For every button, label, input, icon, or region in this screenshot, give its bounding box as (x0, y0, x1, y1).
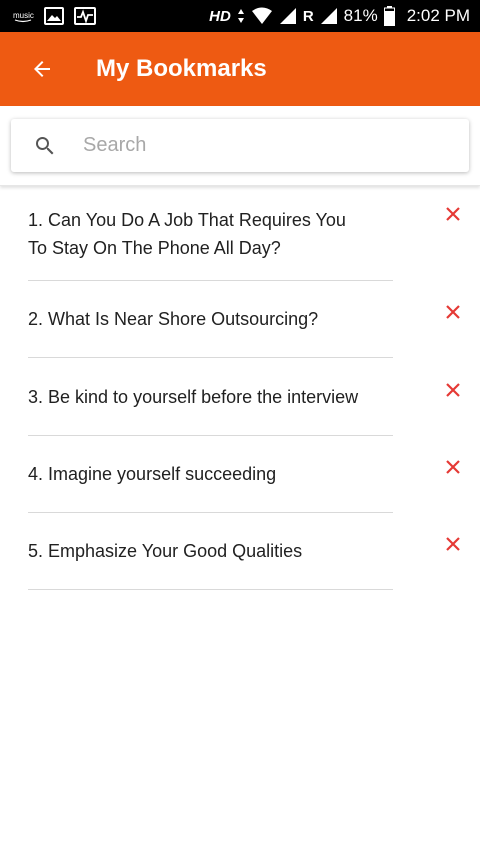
list-item[interactable]: 2. What Is Near Shore Outsourcing? (0, 280, 480, 358)
bookmark-title[interactable]: 4. Imagine yourself succeeding (28, 460, 368, 488)
signal-icon (279, 7, 297, 25)
close-icon (446, 383, 460, 397)
battery-icon (383, 6, 395, 26)
svg-text:music: music (13, 11, 34, 20)
page-title: My Bookmarks (96, 55, 267, 82)
remove-bookmark-button[interactable] (440, 299, 466, 325)
close-icon (446, 460, 460, 474)
activity-icon (74, 7, 96, 25)
close-icon (446, 537, 460, 551)
divider (28, 589, 393, 590)
search-bar[interactable] (11, 119, 469, 172)
list-item[interactable]: 1. Can You Do A Job That Requires You To… (0, 186, 480, 281)
bookmark-title[interactable]: 3. Be kind to yourself before the interv… (28, 383, 388, 411)
music-icon: music (12, 9, 34, 23)
remove-bookmark-button[interactable] (440, 454, 466, 480)
remove-bookmark-button[interactable] (440, 201, 466, 227)
status-bar: music HD R 81% 2:02 PM (0, 0, 480, 32)
battery-percent: 81% (343, 6, 378, 25)
data-arrows-icon (237, 8, 245, 24)
bookmark-title[interactable]: 5. Emphasize Your Good Qualities (28, 537, 368, 565)
roaming-indicator: R (302, 7, 314, 25)
close-icon (446, 305, 460, 319)
bookmark-list: 1. Can You Do A Job That Requires You To… (0, 186, 480, 590)
signal-roaming-icon (320, 7, 338, 25)
bookmark-title[interactable]: 2. What Is Near Shore Outsourcing? (28, 305, 368, 333)
remove-bookmark-button[interactable] (440, 531, 466, 557)
search-icon (33, 134, 57, 158)
close-icon (446, 207, 460, 221)
list-item[interactable]: 5. Emphasize Your Good Qualities (0, 512, 480, 590)
image-icon (44, 7, 64, 25)
status-left: music (12, 7, 96, 25)
app-bar: My Bookmarks (0, 32, 480, 106)
search-input[interactable] (83, 125, 443, 166)
list-item[interactable]: 3. Be kind to yourself before the interv… (0, 358, 480, 436)
back-button[interactable] (14, 41, 70, 97)
wifi-icon (251, 7, 273, 25)
arrow-left-icon (30, 57, 54, 81)
search-section (0, 106, 480, 186)
bookmark-title[interactable]: 1. Can You Do A Job That Requires You To… (28, 206, 368, 262)
hd-indicator: HD (209, 7, 231, 25)
list-item[interactable]: 4. Imagine yourself succeeding (0, 435, 480, 513)
remove-bookmark-button[interactable] (440, 377, 466, 403)
clock: 2:02 PM (406, 6, 470, 25)
status-right: HD R 81% 2:02 PM (209, 6, 470, 26)
